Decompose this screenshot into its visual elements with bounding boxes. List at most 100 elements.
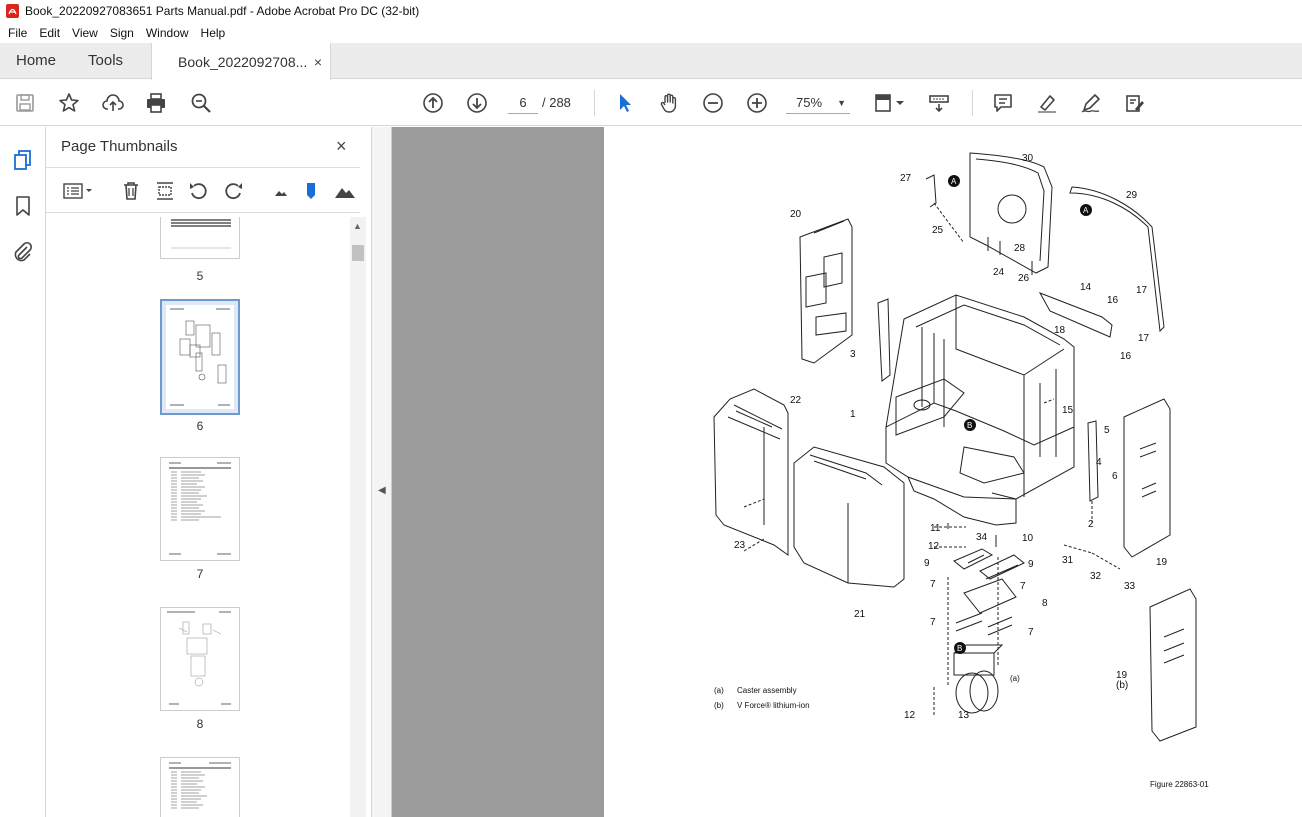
callout: 29 [1126, 190, 1138, 201]
callout: (b) [1116, 680, 1128, 691]
zoom-level-value: 75% [796, 95, 823, 110]
chevron-down-icon: ▼ [837, 98, 846, 108]
zoom-in-thumbnails-icon[interactable] [332, 178, 358, 204]
callout: 12 [928, 541, 940, 552]
next-page-icon[interactable] [464, 90, 490, 116]
callout: 1 [850, 409, 856, 420]
thumbnail-page[interactable] [160, 217, 240, 259]
scroll-mode-icon[interactable] [926, 90, 952, 116]
menu-help[interactable]: Help [195, 26, 232, 40]
menu-bar: File Edit View Sign Window Help [0, 22, 1302, 43]
callout: 9 [924, 558, 930, 569]
callout: 18 [1054, 325, 1066, 336]
callout: 7 [930, 579, 936, 590]
thumbnail-toolbar [46, 167, 360, 213]
pdf-page: 30 27 A A 29 20 25 28 24 26 14 16 17 18 … [604, 127, 1302, 817]
page-number-input[interactable]: 6 [508, 92, 538, 114]
scroll-up-arrow-icon[interactable]: ▲ [353, 221, 362, 231]
note-text: Caster assembly [737, 686, 797, 695]
callout: 22 [790, 395, 802, 406]
tab-document[interactable]: Book_2022092708... × [151, 43, 332, 80]
callout: 14 [1080, 282, 1092, 293]
hand-tool-icon[interactable] [656, 90, 682, 116]
zoom-level-dropdown[interactable]: 75% ▼ [786, 92, 850, 114]
collapse-arrow-icon: ◀ [378, 485, 386, 496]
thumbnail-preview [169, 462, 231, 555]
callout: 28 [1014, 243, 1026, 254]
upload-cloud-icon[interactable] [100, 90, 126, 116]
tab-home[interactable]: Home [0, 43, 72, 78]
attachments-paperclip-icon[interactable] [10, 239, 36, 265]
close-tab-icon[interactable]: × [314, 54, 322, 70]
thumbnail-scrollbar[interactable]: ▲ [350, 217, 366, 817]
insert-page-icon[interactable] [152, 178, 178, 204]
comment-icon[interactable] [990, 90, 1016, 116]
close-panel-icon[interactable]: × [336, 136, 347, 157]
callout: 16 [1120, 351, 1132, 362]
previous-page-icon[interactable] [420, 90, 446, 116]
menu-sign[interactable]: Sign [104, 26, 140, 40]
draw-sign-icon[interactable] [1078, 90, 1104, 116]
callout-badge: B [957, 644, 962, 653]
callout: 2 [1088, 519, 1094, 530]
zoom-in-icon[interactable] [744, 90, 770, 116]
thumbnail-page[interactable] [160, 607, 240, 711]
page-fit-icon[interactable] [870, 90, 910, 116]
print-icon[interactable] [143, 90, 169, 116]
thumbnail-page[interactable] [160, 757, 240, 817]
bookmarks-icon[interactable] [10, 193, 36, 219]
zoom-out-thumbnails-icon[interactable] [268, 178, 294, 204]
note-key: (a) [714, 686, 724, 695]
thumbnail-page[interactable] [160, 457, 240, 561]
callout: 24 [993, 267, 1005, 278]
thumbnail-size-slider-icon[interactable] [298, 178, 324, 204]
panel-title: Page Thumbnails [61, 138, 178, 155]
callout: 6 [1112, 471, 1118, 482]
exploded-parts-diagram: 30 27 A A 29 20 25 28 24 26 14 16 17 18 … [713, 152, 1209, 789]
callout: 16 [1107, 295, 1119, 306]
page-thumbnails-icon[interactable] [10, 147, 36, 173]
callout: 17 [1138, 333, 1150, 344]
delete-page-trash-icon[interactable] [118, 178, 144, 204]
toolbar-divider [594, 90, 595, 116]
toolbar-divider [972, 90, 973, 116]
callout: 8 [1042, 598, 1048, 609]
highlight-pen-icon[interactable] [1034, 90, 1060, 116]
callout-badge: A [951, 177, 957, 186]
callout: 23 [734, 540, 746, 551]
fill-sign-icon[interactable] [1122, 90, 1148, 116]
callout: 9 [1028, 559, 1034, 570]
star-bookmark-icon[interactable] [56, 90, 82, 116]
thumbnail-page-label: 6 [196, 419, 204, 433]
document-viewer[interactable]: 30 27 A A 29 20 25 28 24 26 14 16 17 18 … [392, 127, 1302, 817]
scrollbar-thumb[interactable] [352, 245, 364, 261]
callout: 10 [1022, 533, 1034, 544]
menu-file[interactable]: File [2, 26, 33, 40]
figure-number: Figure 22863-01 [1150, 780, 1209, 789]
thumbnail-page-label: 5 [196, 269, 204, 283]
zoom-out-icon[interactable] [700, 90, 726, 116]
page-total: / 288 [542, 95, 571, 110]
thumbnail-options-menu-icon[interactable] [60, 178, 96, 204]
menu-edit[interactable]: Edit [33, 26, 66, 40]
tab-tools[interactable]: Tools [72, 43, 139, 78]
rotate-counterclockwise-icon[interactable] [186, 178, 212, 204]
callout-badge: B [967, 421, 972, 430]
search-zoom-icon[interactable] [188, 90, 214, 116]
thumbnail-page-selected[interactable] [160, 299, 240, 415]
callout: 13 [958, 710, 970, 721]
menu-window[interactable]: Window [140, 26, 195, 40]
callout: 17 [1136, 285, 1148, 296]
thumbnail-preview [171, 219, 231, 249]
callout: 21 [854, 609, 866, 620]
panel-collapse-handle[interactable]: ◀ [372, 127, 392, 817]
callout: 27 [900, 173, 912, 184]
title-bar: Book_20220927083651 Parts Manual.pdf - A… [0, 0, 1302, 22]
select-cursor-icon[interactable] [612, 90, 638, 116]
callout: 3 [850, 349, 856, 360]
callout: 26 [1018, 273, 1030, 284]
save-icon[interactable] [12, 90, 38, 116]
callout: 5 [1104, 425, 1110, 436]
rotate-clockwise-icon[interactable] [220, 178, 246, 204]
menu-view[interactable]: View [66, 26, 104, 40]
